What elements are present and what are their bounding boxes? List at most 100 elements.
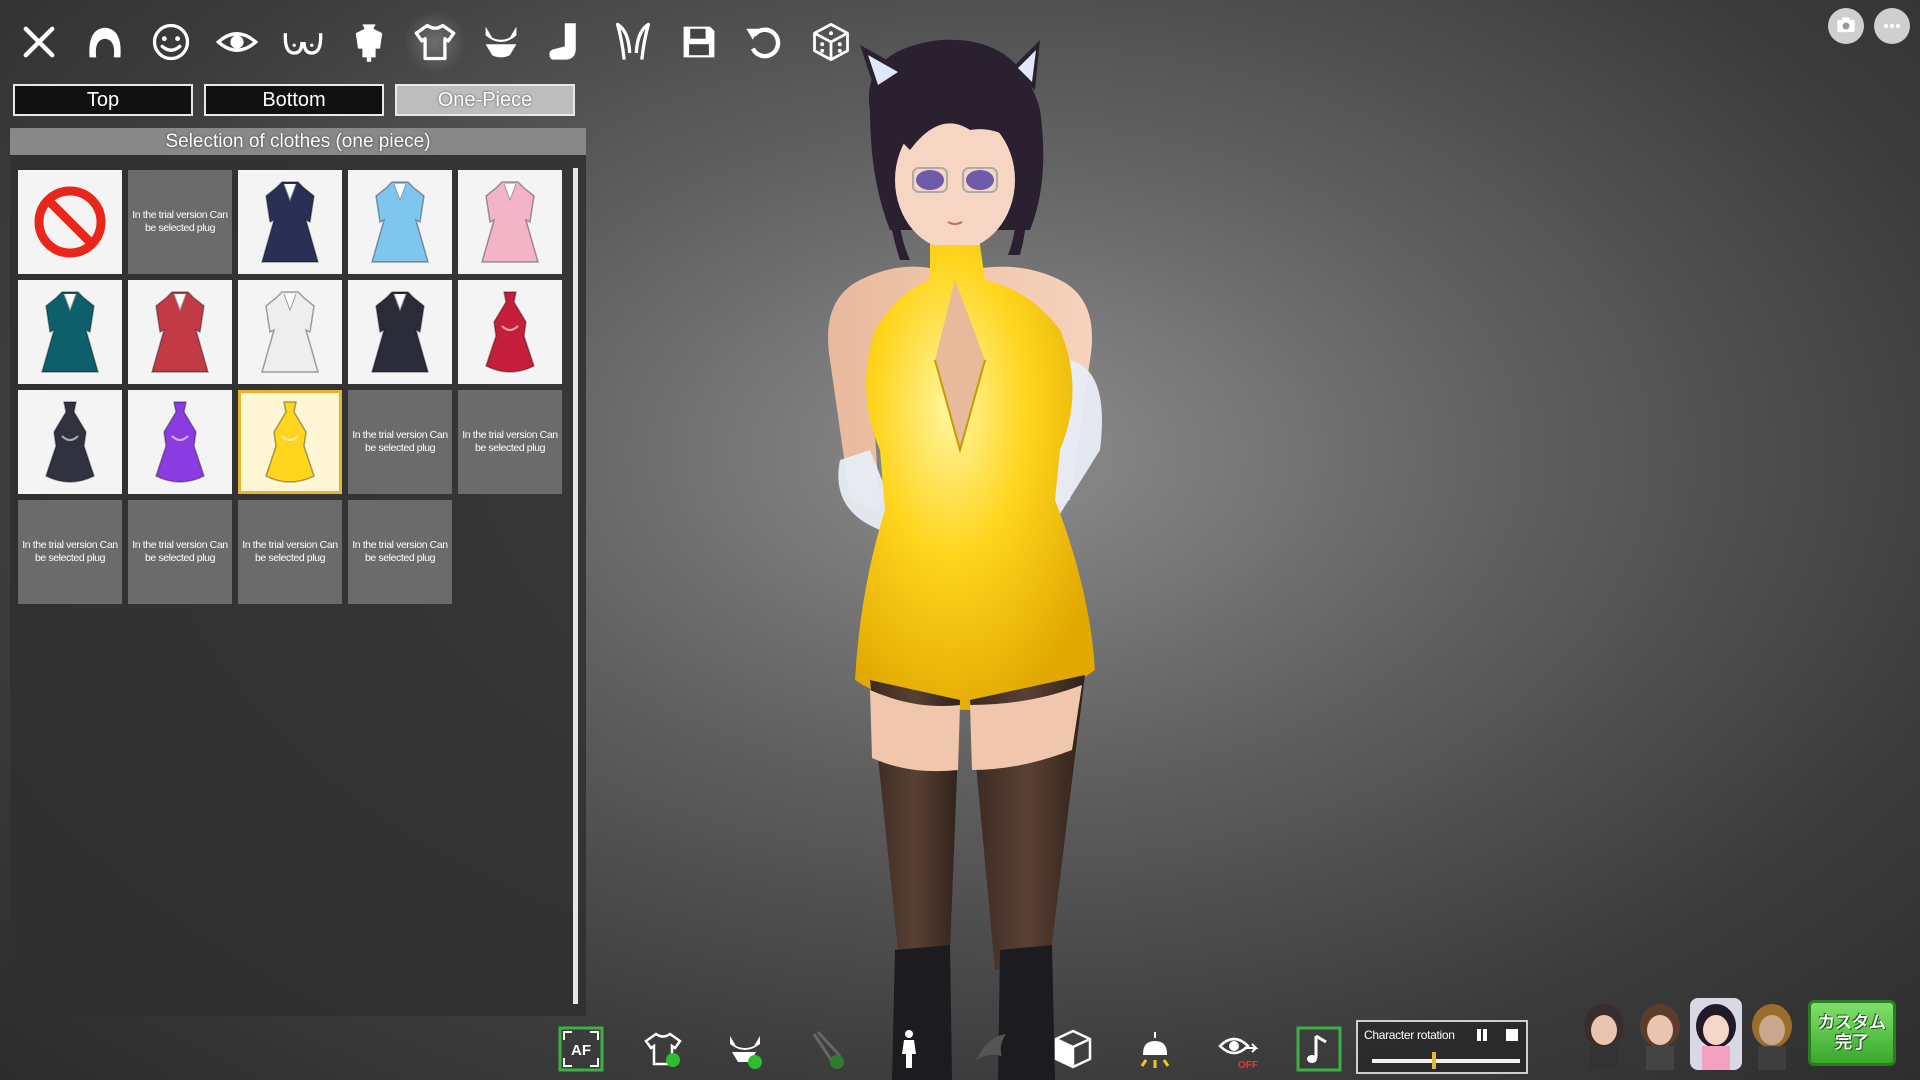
underwear-button[interactable] xyxy=(468,12,534,72)
eye-tracking-button[interactable]: OFF xyxy=(1196,1024,1278,1074)
locked-label: In the trial version Can be selected plu… xyxy=(22,539,118,564)
screenshot-icon xyxy=(1837,17,1855,33)
halter-dress-icon xyxy=(155,401,205,483)
top-right-controls xyxy=(1828,8,1910,44)
dress-icon xyxy=(481,181,539,263)
clothes-selection-panel: Selection of clothes (one piece) In the … xyxy=(10,128,586,1016)
rotation-slider[interactable] xyxy=(1372,1052,1520,1069)
close-button[interactable] xyxy=(6,12,72,72)
preset-character-1[interactable] xyxy=(1578,998,1630,1070)
pose-icon xyxy=(902,1030,916,1068)
clothes-item-dress[interactable] xyxy=(348,170,452,274)
dress-icon xyxy=(41,291,99,373)
rotation-slider-thumb[interactable] xyxy=(1432,1052,1437,1069)
halter-dress-icon xyxy=(485,291,535,373)
halter-dress-icon xyxy=(265,401,315,483)
panel-scrollbar[interactable] xyxy=(573,168,578,1004)
music-button[interactable] xyxy=(1278,1024,1360,1074)
socks-button[interactable] xyxy=(534,12,600,72)
screenshot-button[interactable] xyxy=(1828,8,1864,44)
body-button[interactable] xyxy=(336,12,402,72)
clothes-item-locked[interactable]: In the trial version Can be selected plu… xyxy=(348,500,452,604)
more-icon xyxy=(1883,23,1901,29)
save-button[interactable] xyxy=(666,12,732,72)
clothes-item-dress[interactable] xyxy=(348,280,452,384)
chest-icon xyxy=(283,33,323,55)
rotation-label: Character rotation xyxy=(1364,1028,1455,1042)
locked-label: In the trial version Can be selected plu… xyxy=(132,539,228,564)
clothes-item-locked[interactable]: In the trial version Can be selected plu… xyxy=(128,500,232,604)
clothes-item-locked[interactable]: In the trial version Can be selected plu… xyxy=(238,500,342,604)
chest-button[interactable] xyxy=(270,12,336,72)
clothes-item-dress[interactable] xyxy=(18,280,122,384)
wind-icon xyxy=(976,1034,1006,1060)
character-portrait-icon xyxy=(1640,1004,1680,1070)
clothes-item-locked[interactable]: In the trial version Can be selected plu… xyxy=(128,170,232,274)
preset-character-3[interactable] xyxy=(1690,998,1742,1070)
accessory-icon xyxy=(615,22,651,60)
eye-icon xyxy=(215,32,259,52)
dress-icon xyxy=(261,291,319,373)
wind-button[interactable] xyxy=(950,1024,1032,1074)
eye-tracking-icon: OFF xyxy=(1218,1037,1259,1071)
outfit-toggle-icon xyxy=(644,1032,682,1067)
sock-icon xyxy=(549,23,576,60)
music-icon xyxy=(1296,1026,1342,1072)
clothes-grid: In the trial version Can be selected plu… xyxy=(18,170,562,604)
locked-label: In the trial version Can be selected plu… xyxy=(462,429,558,454)
clothes-item-halter[interactable] xyxy=(238,390,342,494)
more-button[interactable] xyxy=(1874,8,1910,44)
light-button[interactable] xyxy=(1114,1024,1196,1074)
tab-top[interactable]: Top xyxy=(13,84,193,116)
body-icon xyxy=(355,24,383,62)
room-icon xyxy=(1054,1029,1092,1069)
accessory-toggle-icon xyxy=(812,1030,844,1069)
clothes-item-none[interactable] xyxy=(18,170,122,274)
clothes-item-locked[interactable]: In the trial version Can be selected plu… xyxy=(18,500,122,604)
autofocus-button[interactable]: AF xyxy=(540,1024,622,1074)
dress-icon xyxy=(261,181,319,263)
underwear-toggle-button[interactable] xyxy=(704,1024,786,1074)
outfit-toggle-button[interactable] xyxy=(622,1024,704,1074)
eye-button[interactable] xyxy=(204,12,270,72)
undo-button[interactable] xyxy=(732,12,798,72)
tab-one-piece[interactable]: One-Piece xyxy=(395,84,575,116)
clothes-item-locked[interactable]: In the trial version Can be selected plu… xyxy=(458,390,562,494)
halter-dress-icon xyxy=(45,401,95,483)
customize-done-button[interactable]: カスタム 完了 xyxy=(1808,1000,1896,1066)
autofocus-icon: AF xyxy=(558,1026,604,1072)
face-icon xyxy=(152,23,190,61)
clothes-icon xyxy=(414,23,456,61)
rotation-pause-icon[interactable] xyxy=(1476,1029,1488,1041)
pose-button[interactable] xyxy=(868,1024,950,1074)
preset-character-4[interactable] xyxy=(1746,998,1798,1070)
character-model[interactable] xyxy=(800,30,1220,1080)
locked-label: In the trial version Can be selected plu… xyxy=(352,539,448,564)
clothes-item-dress[interactable] xyxy=(458,170,562,274)
dress-icon xyxy=(151,291,209,373)
clothes-item-dress[interactable] xyxy=(128,280,232,384)
clothes-item-halter[interactable] xyxy=(128,390,232,494)
clothes-item-dress[interactable] xyxy=(238,170,342,274)
locked-label: In the trial version Can be selected plu… xyxy=(352,429,448,454)
light-icon xyxy=(1140,1032,1170,1068)
face-button[interactable] xyxy=(138,12,204,72)
no-clothes-icon xyxy=(34,186,106,258)
character-portrait-icon xyxy=(1690,998,1742,1070)
preset-character-2[interactable] xyxy=(1634,998,1686,1070)
clothes-item-dress[interactable] xyxy=(238,280,342,384)
room-button[interactable] xyxy=(1032,1024,1114,1074)
accessory-button[interactable] xyxy=(600,12,666,72)
clothes-item-halter[interactable] xyxy=(458,280,562,384)
accessory-toggle-button[interactable] xyxy=(786,1024,868,1074)
rotation-stop-icon[interactable] xyxy=(1506,1029,1518,1041)
clothes-button[interactable] xyxy=(402,12,468,72)
panel-title: Selection of clothes (one piece) xyxy=(10,128,586,155)
dress-icon xyxy=(371,291,429,373)
tab-bottom[interactable]: Bottom xyxy=(204,84,384,116)
clothes-item-halter[interactable] xyxy=(18,390,122,494)
character-portrait-icon xyxy=(1752,1004,1792,1070)
hair-button[interactable] xyxy=(72,12,138,72)
hair-icon xyxy=(89,27,121,58)
clothes-item-locked[interactable]: In the trial version Can be selected plu… xyxy=(348,390,452,494)
